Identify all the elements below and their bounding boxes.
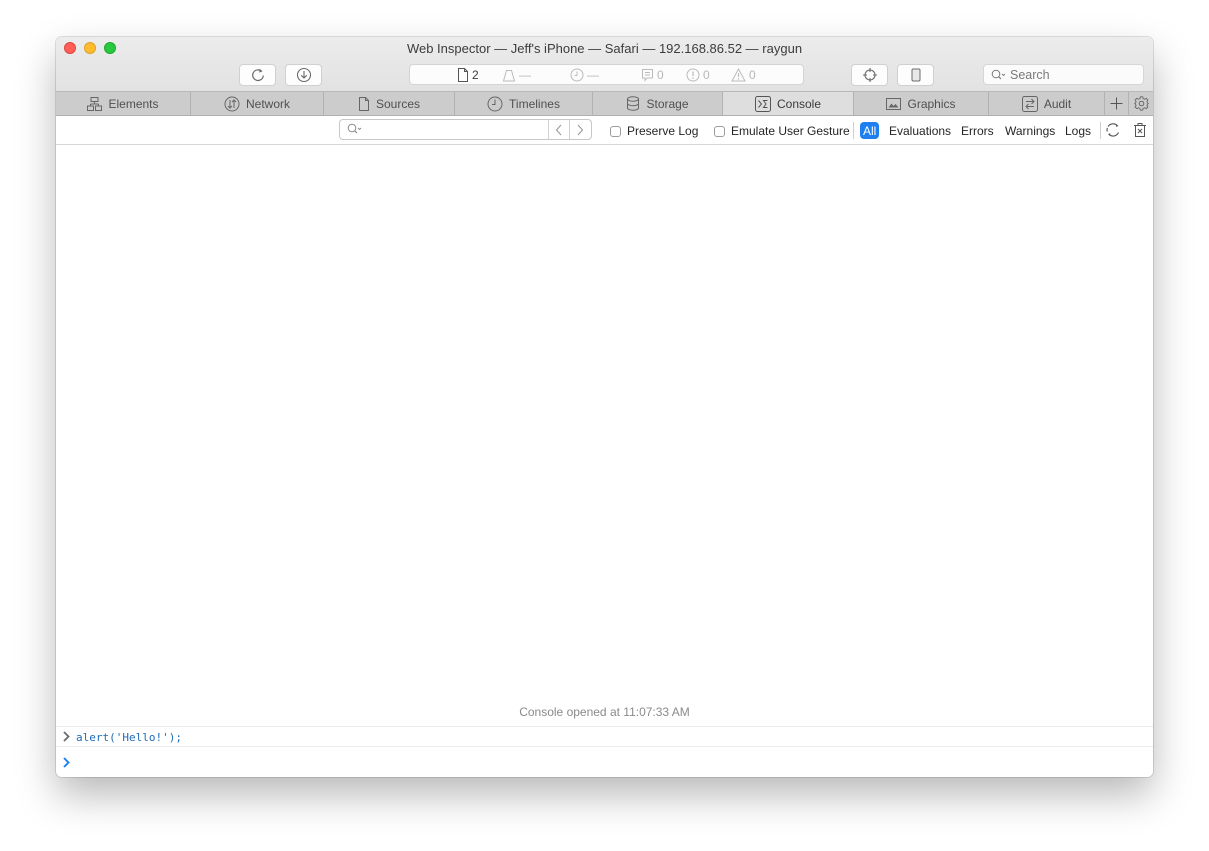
checkbox[interactable] bbox=[610, 125, 621, 137]
chevron-right-icon bbox=[63, 731, 70, 742]
console-filter-bar: Preserve Log Emulate User Gesture All Ev… bbox=[56, 116, 1153, 145]
error-icon bbox=[686, 68, 700, 82]
level-all-button[interactable]: All bbox=[860, 122, 880, 139]
settings-button[interactable] bbox=[1129, 92, 1153, 115]
dashboard: 2 — — 0 0 0 bbox=[409, 64, 804, 85]
crosshair-icon bbox=[862, 68, 877, 82]
tab-sources[interactable]: Sources bbox=[324, 92, 455, 115]
search-icon bbox=[991, 69, 1006, 79]
level-errors-button[interactable]: Errors bbox=[958, 122, 997, 139]
load-time[interactable]: — bbox=[570, 67, 599, 83]
clock-icon bbox=[487, 96, 503, 111]
database-icon bbox=[627, 96, 640, 111]
tab-bar: Elements Network Sources Timelines Stora… bbox=[56, 91, 1153, 116]
preserve-log-checkbox[interactable]: Preserve Log bbox=[610, 124, 698, 138]
message-icon bbox=[642, 69, 653, 82]
trash-icon[interactable] bbox=[1133, 122, 1147, 138]
window-title: Web Inspector — Jeff's iPhone — Safari —… bbox=[406, 41, 803, 56]
weight-icon bbox=[502, 69, 516, 81]
search-input[interactable]: Search bbox=[983, 64, 1144, 85]
tab-timelines[interactable]: Timelines bbox=[455, 92, 593, 115]
chevron-left-icon bbox=[555, 124, 562, 135]
warning-icon bbox=[731, 68, 746, 82]
elements-icon bbox=[87, 96, 103, 111]
tab-storage[interactable]: Storage bbox=[593, 92, 723, 115]
document-icon bbox=[358, 96, 369, 111]
errors-count[interactable]: 0 bbox=[686, 67, 710, 83]
previous-match-button[interactable] bbox=[548, 120, 569, 139]
resources-count[interactable]: 2 bbox=[457, 67, 479, 83]
tab-console[interactable]: Console bbox=[723, 92, 854, 115]
reload-icon bbox=[251, 68, 264, 82]
inspect-element-button[interactable] bbox=[851, 64, 888, 86]
search-icon bbox=[347, 123, 362, 134]
warnings-count[interactable]: 0 bbox=[731, 67, 756, 83]
console-entry: alert('Hello!'); bbox=[56, 726, 1153, 747]
level-logs-button[interactable]: Logs bbox=[1062, 122, 1094, 139]
level-warnings-button[interactable]: Warnings bbox=[1002, 122, 1058, 139]
divider bbox=[1100, 122, 1101, 139]
chevron-right-icon bbox=[577, 124, 584, 135]
web-inspector-window: Web Inspector — Jeff's iPhone — Safari —… bbox=[56, 37, 1153, 777]
checkbox[interactable] bbox=[714, 125, 725, 137]
prompt-chevron-icon bbox=[63, 757, 70, 768]
title-bar: Web Inspector — Jeff's iPhone — Safari —… bbox=[56, 37, 1153, 91]
tab-graphics[interactable]: Graphics bbox=[854, 92, 989, 115]
download-button[interactable] bbox=[285, 64, 322, 86]
console-messages bbox=[56, 145, 1153, 727]
download-icon bbox=[296, 67, 311, 83]
audit-icon bbox=[1021, 95, 1038, 112]
reload-button[interactable] bbox=[239, 64, 276, 86]
add-tab-button[interactable] bbox=[1105, 92, 1129, 115]
console-icon bbox=[754, 95, 771, 112]
document-icon bbox=[458, 68, 468, 82]
network-icon bbox=[224, 96, 240, 111]
console-filter-input[interactable] bbox=[339, 119, 592, 140]
clear-on-reload-icon[interactable] bbox=[1105, 122, 1121, 138]
logs-count[interactable]: 0 bbox=[641, 67, 664, 83]
resources-size[interactable]: — bbox=[502, 67, 531, 83]
device-icon bbox=[911, 68, 920, 82]
level-evaluations-button[interactable]: Evaluations bbox=[886, 122, 954, 139]
next-match-button[interactable] bbox=[569, 120, 590, 139]
console-prompt-input[interactable] bbox=[56, 747, 1153, 777]
image-icon bbox=[886, 97, 902, 110]
clock-icon bbox=[570, 68, 584, 82]
tab-network[interactable]: Network bbox=[191, 92, 324, 115]
plus-icon bbox=[1110, 97, 1123, 110]
tab-elements[interactable]: Elements bbox=[56, 92, 191, 115]
device-settings-button[interactable] bbox=[897, 64, 934, 86]
evaluation-text: alert('Hello!'); bbox=[76, 731, 182, 744]
console-opened-message: Console opened at 11:07:33 AM bbox=[519, 705, 690, 719]
divider bbox=[853, 122, 854, 139]
gear-icon bbox=[1133, 96, 1149, 111]
emulate-user-gesture-checkbox[interactable]: Emulate User Gesture bbox=[714, 124, 850, 138]
tab-audit[interactable]: Audit bbox=[989, 92, 1105, 115]
